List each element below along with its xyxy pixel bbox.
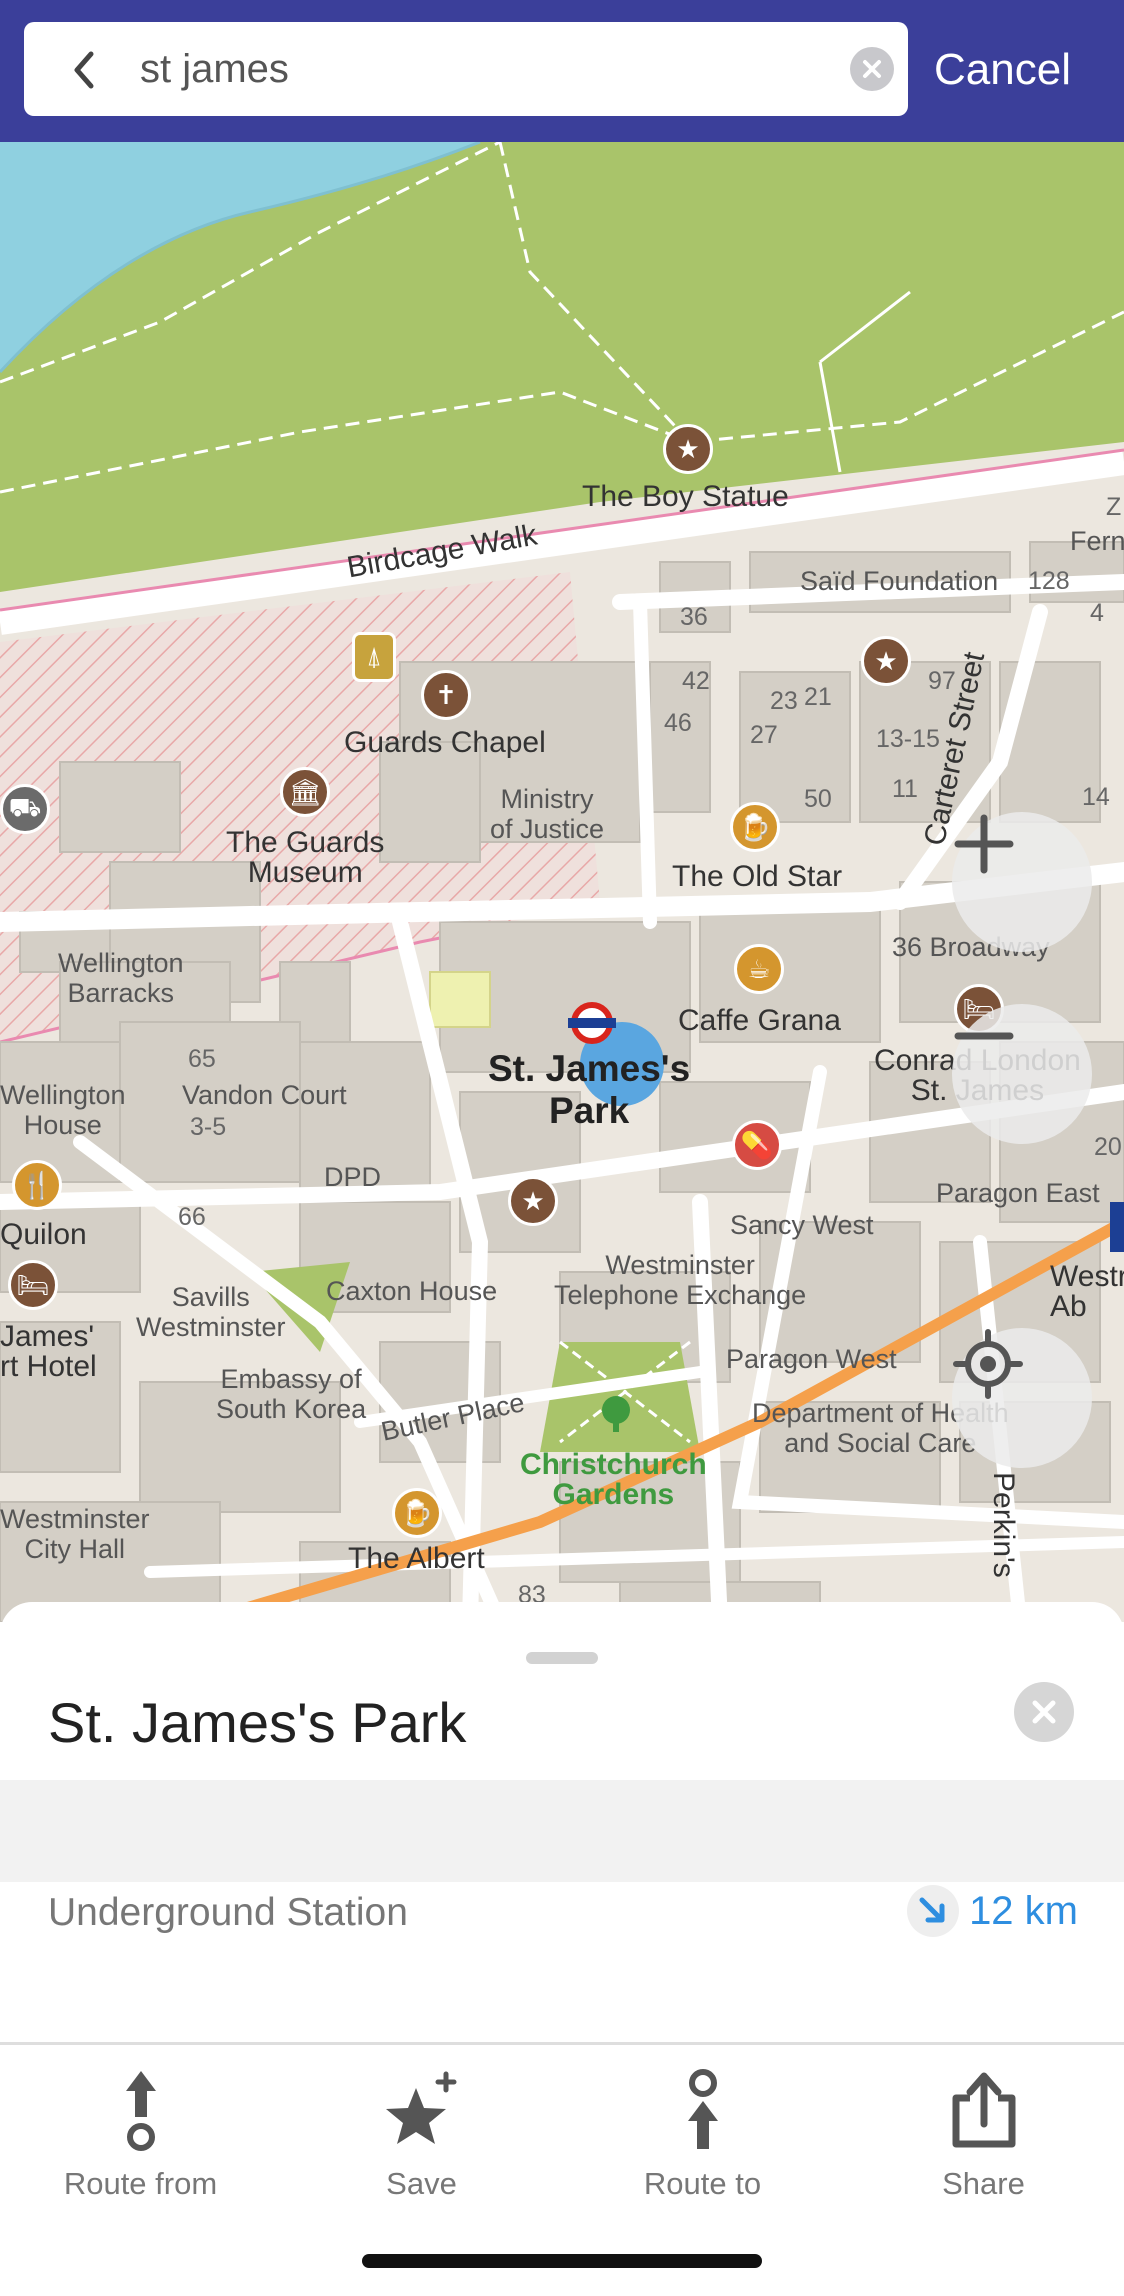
map-label-number: 4 <box>1090 599 1104 627</box>
map-view[interactable]: ★ ★ ✝ 🏛 🍺 ☕ 🛏 💊 ★ 🍴 🛏 🍺 ⛟ ⍋ The Boy Stat… <box>0 142 1124 1622</box>
map-label-guards-chapel: Guards Chapel <box>344 726 546 759</box>
route-to-label: Route to <box>643 2166 762 2201</box>
direction-arrow-icon <box>907 1885 960 1937</box>
map-label-number: 3-5 <box>190 1113 227 1141</box>
map-label-old-star: The Old Star <box>672 860 843 893</box>
map-label-dpd: DPD <box>324 1162 382 1192</box>
distance-indicator: 12 km <box>907 1884 1078 1938</box>
map-label-number: 23 <box>770 687 798 715</box>
close-sheet-button[interactable] <box>1014 1682 1074 1742</box>
place-bottom-sheet: St. James's Park Underground Station 12 … <box>0 1602 1124 2296</box>
route-from-label: Route from <box>63 2166 218 2201</box>
zoom-in-button[interactable] <box>952 812 1092 952</box>
place-type: Underground Station <box>48 1891 408 1934</box>
statue-poi-icon[interactable]: ★ <box>663 424 713 474</box>
restaurant-poi-icon[interactable]: 🍴 <box>12 1160 62 1210</box>
route-from-icon <box>125 2071 156 2151</box>
clear-icon <box>863 60 881 78</box>
map-label-vandon-court: Vandon Court <box>182 1080 347 1110</box>
map-label-savills: Savills Westminster <box>136 1282 286 1342</box>
chapel-poi-icon[interactable]: ✝ <box>421 670 471 720</box>
map-label-number: 13-15 <box>876 725 940 753</box>
map-label-paragon-west: Paragon West <box>726 1344 897 1374</box>
close-icon <box>1032 1700 1056 1724</box>
map-label-number: 14 <box>1082 783 1110 811</box>
map-label-embassy: Embassy of South Korea <box>216 1364 367 1424</box>
map-label-number: 27 <box>750 721 778 749</box>
save-label: Save <box>386 2166 457 2201</box>
share-icon <box>952 2072 1015 2148</box>
star-poi-icon[interactable]: ★ <box>508 1176 558 1226</box>
divider <box>0 2042 1124 2045</box>
map-label-number: 11 <box>892 775 918 803</box>
map-label-number: 21 <box>804 683 832 711</box>
crosshair-icon <box>953 1329 1023 1399</box>
pub-poi-icon[interactable]: 🍺 <box>730 802 780 852</box>
map-label-number: 97 <box>928 667 956 695</box>
my-location-button[interactable] <box>952 1328 1092 1468</box>
map-label-wellington-barracks: Wellington Barracks <box>58 948 184 1008</box>
map-label-christchurch: Christchurch Gardens <box>520 1448 707 1511</box>
map-label-westminster-telephone: Westminster Telephone Exchange <box>554 1250 807 1310</box>
route-to-button[interactable]: Route to <box>562 2046 843 2226</box>
map-label-wellington-house: Wellington House <box>0 1080 126 1140</box>
map-label-guards-museum: The Guards Museum <box>226 826 385 889</box>
action-bar: Route from Save Route to Share <box>0 2046 1124 2226</box>
hotel-poi-icon-2[interactable]: 🛏 <box>8 1260 58 1310</box>
star-plus-icon <box>385 2071 456 2144</box>
route-to-icon <box>687 2069 718 2149</box>
map-label-number: 20 <box>1094 1133 1122 1161</box>
map-label-caxton-house: Caxton House <box>326 1276 498 1306</box>
map-label-paragon-east: Paragon East <box>936 1178 1100 1208</box>
map-label-number: 65 <box>188 1045 216 1073</box>
map-label-number: 42 <box>682 667 710 695</box>
map-label-westr: Westr Ab <box>1050 1260 1124 1323</box>
pharmacy-poi-icon[interactable]: 💊 <box>732 1120 782 1170</box>
search-box[interactable] <box>24 22 908 116</box>
plus-icon <box>954 814 1014 874</box>
chevron-left-icon <box>74 51 94 89</box>
clear-search-button[interactable] <box>850 47 894 91</box>
map-label-number: 46 <box>664 709 692 737</box>
map-label-sancy-west: Sancy West <box>730 1210 874 1240</box>
place-title: St. James's Park <box>48 1691 467 1754</box>
map-label-ministry: Ministry of Justice <box>490 784 605 844</box>
share-button[interactable]: Share <box>843 2046 1124 2226</box>
sheet-drag-handle[interactable] <box>526 1652 598 1664</box>
distance-value: 12 km <box>969 1888 1078 1933</box>
back-button[interactable] <box>54 40 114 100</box>
map-label-number: 36 <box>680 603 708 631</box>
map-label-st-james-park: St. James's Park <box>488 1048 691 1131</box>
info-band <box>0 1780 1124 1882</box>
pub-poi-icon-2[interactable]: 🍺 <box>392 1488 442 1538</box>
cafe-poi-icon[interactable]: ☕ <box>734 944 784 994</box>
map-label-boy-statue: The Boy Statue <box>582 480 789 513</box>
map-label-fern: Fern <box>1070 526 1124 556</box>
share-label: Share <box>942 2166 1025 2201</box>
attraction-poi-icon[interactable]: ★ <box>861 636 911 686</box>
search-header: Cancel <box>0 0 1124 142</box>
map-label-number: Z <box>1106 493 1122 521</box>
home-indicator[interactable] <box>362 2254 762 2268</box>
map-label-james-hotel: James' rt Hotel <box>0 1320 97 1383</box>
search-input[interactable] <box>140 22 820 116</box>
save-button[interactable]: Save <box>281 2046 562 2226</box>
map-label-number: 66 <box>178 1203 206 1231</box>
map-label-perkins: Perkin's <box>987 1472 1020 1578</box>
map-label-westminster-city-hall: Westminster City Hall <box>0 1504 150 1564</box>
memorial-poi-icon[interactable]: ⍋ <box>352 632 396 682</box>
minus-icon <box>954 1032 1014 1040</box>
zoom-out-button[interactable] <box>952 1004 1092 1144</box>
military-poi-icon[interactable]: ⛟ <box>0 784 50 834</box>
museum-poi-icon[interactable]: 🏛 <box>280 767 330 817</box>
map-label-said-foundation: Saïd Foundation <box>800 566 999 596</box>
map-label-the-albert: The Albert <box>348 1542 485 1575</box>
map-label-number: 128 <box>1028 567 1070 595</box>
map-label-quilon: Quilon <box>0 1218 87 1251</box>
map-label-number: 50 <box>804 785 832 813</box>
map-label-caffe-grana: Caffe Grana <box>678 1004 841 1037</box>
route-from-button[interactable]: Route from <box>0 2046 281 2226</box>
cancel-button[interactable]: Cancel <box>934 40 1071 100</box>
